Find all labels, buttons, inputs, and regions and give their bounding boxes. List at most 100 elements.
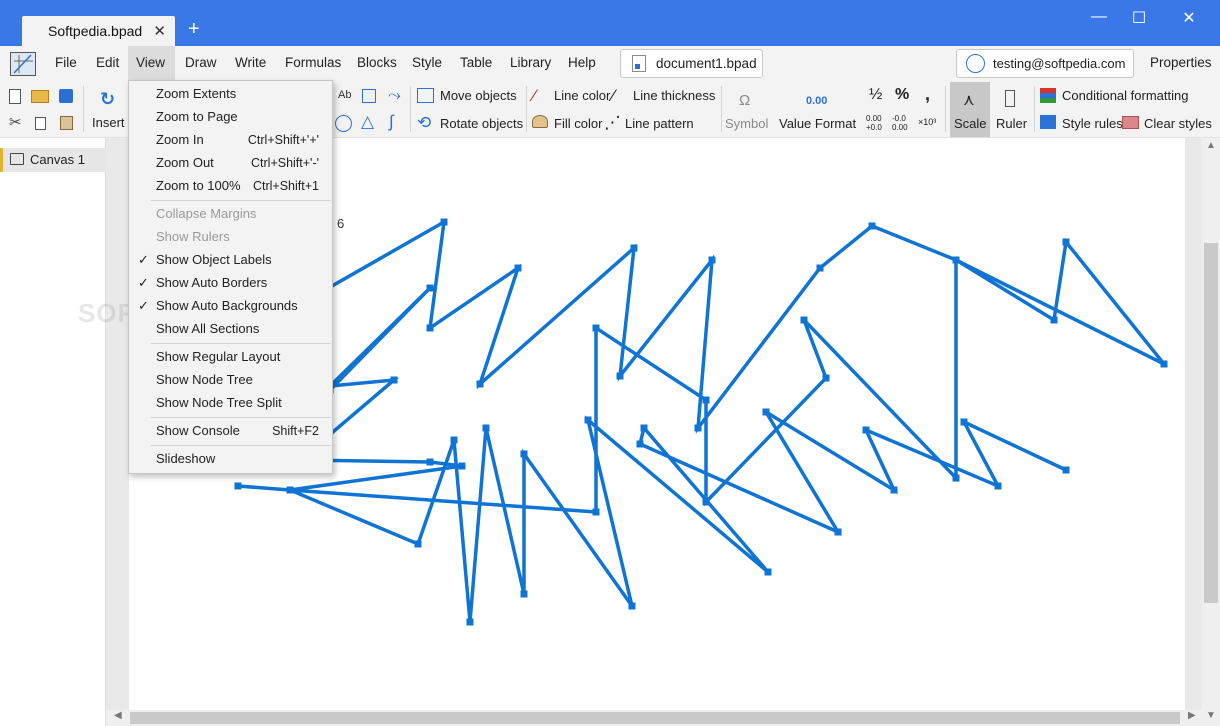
clear-styles-button[interactable]: Clear styles [1144, 116, 1212, 131]
scroll-up-icon[interactable]: ▲ [1206, 140, 1216, 151]
new-tab-button[interactable]: + [188, 16, 200, 42]
maximize-button[interactable]: ☐ [1124, 8, 1154, 28]
tab-title: Softpedia.bpad [48, 23, 143, 39]
line-thickness-icon: ⁄ [612, 86, 615, 105]
rectangle-icon[interactable] [362, 89, 376, 103]
connector-icon[interactable]: ⤳ [388, 87, 401, 105]
save-icon[interactable] [59, 89, 73, 103]
ribbon-divider [83, 86, 84, 132]
scroll-down-icon[interactable]: ▼ [1206, 710, 1216, 721]
menu-zoom-to-page[interactable]: Zoom to Page [129, 106, 332, 128]
canvas-list-panel: Canvas 1 [0, 138, 106, 726]
document-tab[interactable]: Softpedia.bpad ✕ [22, 16, 175, 46]
properties-button[interactable]: Properties [1150, 46, 1212, 80]
style-rules-button[interactable]: Style rules [1062, 116, 1123, 131]
user-account-button[interactable]: testing@softpedia.com [956, 49, 1134, 78]
menu-view[interactable]: View [128, 46, 175, 80]
line-color-button[interactable]: Line color [554, 88, 610, 103]
line-thickness-button[interactable]: Line thickness [633, 88, 715, 103]
menu-show-auto-borders[interactable]: ✓ Show Auto Borders [129, 272, 332, 294]
scale-button[interactable]: ⋏ Scale [950, 82, 990, 137]
scientific-format-button[interactable]: ×10³ [918, 117, 936, 127]
fill-color-icon [532, 115, 548, 128]
ribbon-divider [721, 86, 722, 132]
value-format-icon: 0.00 [806, 95, 828, 107]
ruler-button[interactable]: Ruler [996, 116, 1027, 131]
conditional-formatting-button[interactable]: Conditional formatting [1062, 88, 1188, 103]
increase-decimals-button[interactable]: 0.00 +0.0 [866, 114, 888, 132]
menu-blocks[interactable]: Blocks [349, 46, 405, 80]
text-box-icon[interactable]: Ab [338, 89, 351, 101]
horizontal-scrollbar[interactable]: ◀ ▶ [106, 710, 1202, 726]
menu-show-console[interactable]: Show Console Shift+F2 [129, 420, 332, 442]
curve-icon[interactable]: ∫ [389, 112, 394, 132]
menu-table[interactable]: Table [452, 46, 500, 80]
canvas-list-item[interactable]: Canvas 1 [0, 148, 106, 172]
shortcut-label: Ctrl+Shift+'-' [251, 156, 319, 170]
vertical-scroll-thumb[interactable] [1204, 243, 1218, 603]
menu-edit[interactable]: Edit [88, 46, 127, 80]
polygon-icon[interactable]: △ [361, 112, 374, 132]
open-folder-icon[interactable] [31, 90, 49, 103]
menu-zoom-in[interactable]: Zoom In Ctrl+Shift+'+' [129, 129, 332, 151]
fraction-format-button[interactable]: ½ [869, 86, 882, 104]
symbol-icon: Ω [739, 92, 751, 109]
decrease-decimals-button[interactable]: -0.0 0.00 [892, 114, 914, 132]
menu-style[interactable]: Style [404, 46, 450, 80]
move-objects-icon [417, 88, 434, 103]
menu-zoom-out[interactable]: Zoom Out Ctrl+Shift+'-' [129, 152, 332, 174]
menu-slideshow[interactable]: Slideshow [129, 448, 332, 470]
minimize-button[interactable]: — [1084, 8, 1114, 26]
vertical-scrollbar[interactable]: ▲ ▼ [1202, 138, 1220, 726]
menu-write[interactable]: Write [227, 46, 274, 80]
move-objects-button[interactable]: Move objects [440, 88, 517, 103]
menu-file[interactable]: File [47, 46, 85, 80]
copy-icon[interactable] [35, 117, 46, 130]
percent-format-button[interactable]: % [895, 86, 909, 104]
menu-zoom-extents[interactable]: Zoom Extents [129, 83, 332, 105]
object-label: 6 [337, 216, 345, 231]
menu-show-auto-backgrounds[interactable]: ✓ Show Auto Backgrounds [129, 295, 332, 317]
menu-show-regular-layout[interactable]: Show Regular Layout [129, 346, 332, 368]
new-file-icon[interactable] [9, 89, 21, 104]
style-rules-icon [1040, 115, 1056, 129]
paste-icon[interactable] [60, 116, 73, 130]
value-format-button[interactable]: Value Format [779, 116, 856, 131]
user-email: testing@softpedia.com [993, 56, 1126, 71]
menu-help[interactable]: Help [560, 46, 604, 80]
horizontal-scroll-thumb[interactable] [130, 712, 1180, 724]
shortcut-label: Shift+F2 [272, 424, 319, 438]
menu-separator [151, 343, 331, 344]
menu-show-node-tree[interactable]: Show Node Tree [129, 369, 332, 391]
fill-color-button[interactable]: Fill color [554, 116, 602, 131]
close-window-button[interactable]: ✕ [1174, 8, 1204, 28]
menu-formulas[interactable]: Formulas [277, 46, 349, 80]
rotate-objects-button[interactable]: Rotate objects [440, 116, 523, 131]
canvas-label: Canvas 1 [30, 152, 85, 167]
check-icon: ✓ [138, 252, 149, 267]
menu-library[interactable]: Library [502, 46, 559, 80]
ribbon-divider [526, 86, 527, 132]
app-logo-icon[interactable] [10, 52, 36, 76]
menu-show-node-tree-split[interactable]: Show Node Tree Split [129, 392, 332, 414]
ribbon-divider [410, 86, 411, 132]
insert-button[interactable]: Insert [92, 115, 125, 130]
scroll-right-icon[interactable]: ▶ [1188, 710, 1196, 721]
scroll-left-icon[interactable]: ◀ [114, 710, 122, 721]
close-tab-icon[interactable]: ✕ [153, 22, 166, 40]
menu-draw[interactable]: Draw [177, 46, 225, 80]
thousands-separator-button[interactable]: , [925, 84, 930, 105]
shortcut-label: Ctrl+Shift+'+' [247, 133, 319, 147]
menu-bar: File Edit View Draw Write Formulas Block… [0, 46, 1220, 80]
symbol-button[interactable]: Symbol [725, 116, 768, 131]
menu-show-object-labels[interactable]: ✓ Show Object Labels [129, 249, 332, 271]
document-switcher-button[interactable]: document1.bpad [620, 49, 763, 78]
menu-collapse-margins: Collapse Margins [156, 206, 257, 221]
circle-icon[interactable] [335, 115, 352, 132]
menu-show-all-sections[interactable]: Show All Sections [129, 318, 332, 340]
cut-icon[interactable]: ✂ [9, 113, 22, 131]
line-pattern-button[interactable]: Line pattern [625, 116, 694, 131]
menu-zoom-100[interactable]: Zoom to 100% Ctrl+Shift+1 [129, 175, 332, 197]
conditional-formatting-icon [1040, 88, 1056, 103]
menu-show-rulers: Show Rulers [156, 229, 230, 244]
